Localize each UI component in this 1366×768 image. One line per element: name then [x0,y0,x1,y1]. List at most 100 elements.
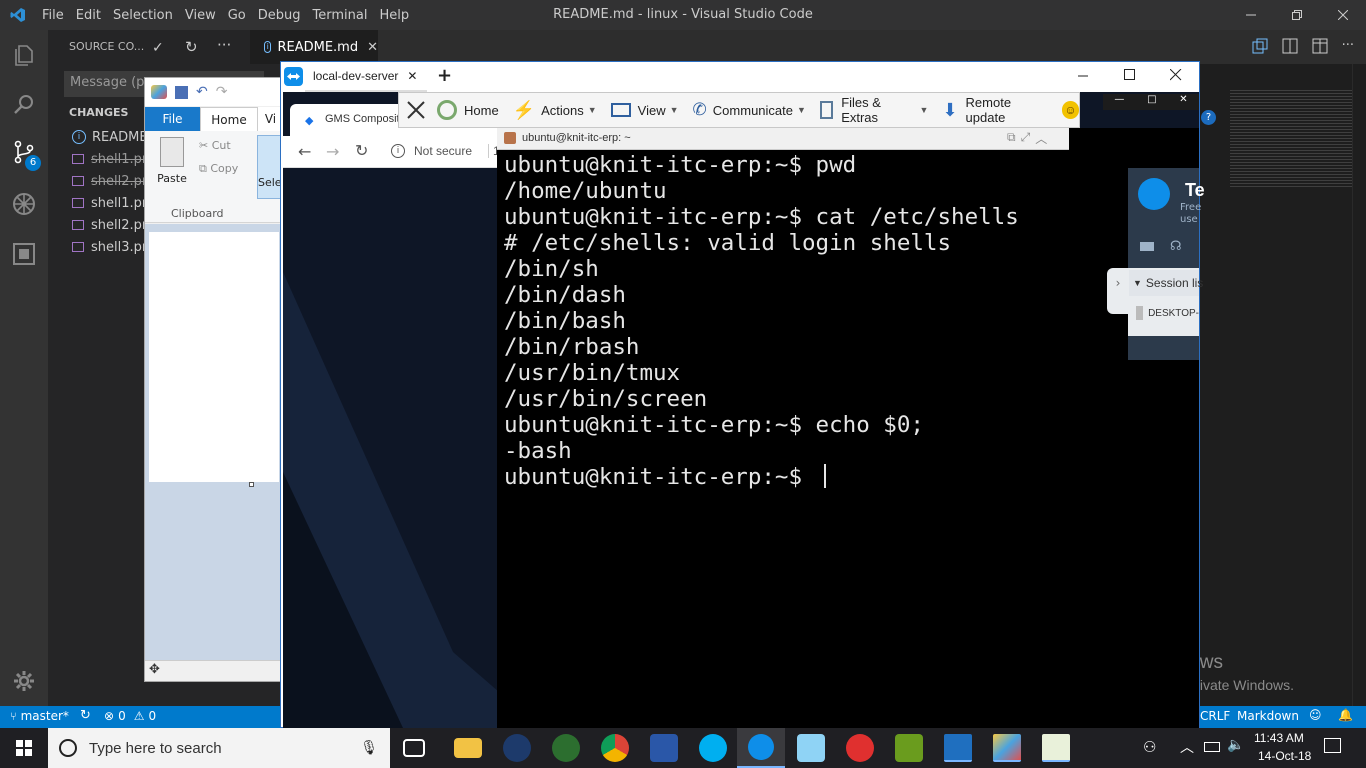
minimize-button[interactable] [1228,0,1274,30]
not-secure-label[interactable]: Not secure [414,144,472,158]
teamviewer-taskbar-icon[interactable] [737,728,785,768]
debug-icon[interactable] [12,192,36,216]
paint-canvas[interactable] [149,232,279,482]
copy-button[interactable]: ⧉ Copy [199,162,238,176]
explorer-icon[interactable] [12,42,36,66]
app-gear-icon[interactable] [503,734,531,762]
close-session-icon[interactable] [407,101,425,119]
start-button[interactable] [0,728,48,768]
menu-debug[interactable]: Debug [258,8,301,23]
remote-close-icon[interactable]: ✕ [1179,94,1187,110]
open-preview-icon[interactable] [1282,38,1298,54]
terminal-window-controls[interactable]: ⧉ ⤢ ︿ [1007,130,1047,147]
paste-button[interactable]: Paste [157,137,187,185]
restore-button[interactable] [1274,0,1320,30]
editor-scrollbar[interactable] [1352,64,1366,706]
task-view-icon[interactable] [403,739,425,757]
search-icon[interactable] [12,92,36,116]
help-icon[interactable]: ? [1201,110,1216,125]
toolbar-actions-button[interactable]: ⚡ Actions ▼ [513,100,597,121]
toolbar-view-button[interactable]: View ▼ [610,103,679,118]
add-tab-icon[interactable]: + [437,65,452,86]
powershell-icon[interactable] [650,734,678,762]
skype-icon[interactable] [699,734,727,762]
video-icon[interactable] [1140,242,1154,251]
volume-icon[interactable]: 🔈 [1227,737,1244,753]
problems-status[interactable]: ⊗ 0 ⚠ 0 [104,709,156,723]
toolbar-home-button[interactable]: Home [437,100,499,120]
hs-app-icon[interactable] [552,734,580,762]
commit-check-icon[interactable]: ✓ [152,40,164,56]
toolbar-remote-update-button[interactable]: ⬇ Remote update [942,95,1048,125]
tab-readme[interactable]: i README.md ✕ [250,30,378,64]
reload-icon[interactable]: ↻ [355,141,368,160]
feedback-smiley-icon[interactable]: ☺ [1062,101,1079,119]
paint-tab-home[interactable]: Home [200,107,258,131]
session-device-item[interactable]: DESKTOP- [1128,302,1199,324]
branch-status[interactable]: ⑂ master* [10,709,69,723]
menu-help[interactable]: Help [379,8,409,23]
tv-tab-session[interactable]: local-dev-server ✕ [305,62,427,92]
cut-button[interactable]: ✂ Cut [199,139,231,152]
tv-close-button[interactable] [1170,69,1182,81]
session-list-header[interactable]: ▼ Session lis [1128,270,1203,296]
menu-view[interactable]: View [185,8,216,23]
close-button[interactable] [1320,0,1366,30]
language-status[interactable]: Markdown [1237,709,1299,723]
close-tab-icon[interactable]: ✕ [367,40,378,55]
remote-maximize-icon[interactable]: □ [1147,94,1156,110]
paint-tab-file[interactable]: File [145,107,200,131]
battery-icon[interactable] [1204,742,1220,752]
chat-app-icon[interactable] [846,734,874,762]
redo-icon[interactable]: ↷ [216,84,228,100]
file-explorer-icon[interactable] [454,738,482,758]
feedback-smiley-icon[interactable]: ☺ [1309,708,1322,722]
runner-app-icon[interactable] [895,734,923,762]
split-editor-icon[interactable] [1312,38,1328,54]
chart-app-icon[interactable] [1042,734,1070,762]
toolbar-communicate-button[interactable]: ✆ Communicate ▼ [693,100,806,120]
settings-gear-icon[interactable] [13,670,35,692]
remote-window-controls[interactable]: — □ ✕ [1103,94,1199,110]
extensions-icon[interactable] [12,242,36,266]
undo-icon[interactable]: ↶ [196,84,208,100]
menu-terminal[interactable]: Terminal [313,8,368,23]
clock-date[interactable]: 14-Oct-18 [1258,749,1311,763]
microphone-icon[interactable]: 🎙 [360,739,378,756]
notifications-bell-icon[interactable]: 🔔 [1338,708,1353,722]
toolbar-files-button[interactable]: Files & Extras ▼ [819,95,928,125]
minimap[interactable] [1230,88,1352,188]
panel-toggle-chevron-icon[interactable]: › [1107,268,1129,314]
forward-arrow-icon[interactable]: → [326,142,339,161]
more-actions-icon[interactable]: ··· [217,36,231,54]
tv-minimize-button[interactable] [1077,68,1089,82]
resize-handle[interactable] [249,482,254,487]
menu-file[interactable]: File [42,8,64,23]
tray-chevron-up-icon[interactable]: ︿ [1180,737,1194,757]
people-icon[interactable]: ⚇ [1143,738,1156,756]
close-tab-icon[interactable]: ✕ [407,69,417,83]
menu-selection[interactable]: Selection [113,8,173,23]
fullscreen-icon[interactable]: ⤢ [1021,130,1031,147]
remote-minimize-icon[interactable]: — [1114,94,1124,110]
action-center-icon[interactable] [1324,738,1341,753]
menu-edit[interactable]: Edit [76,8,101,23]
sync-icon[interactable]: ↻ [80,708,91,723]
back-arrow-icon[interactable]: ← [298,142,311,161]
save-icon[interactable] [175,85,188,99]
open-changes-icon[interactable] [1252,38,1268,54]
headset-icon[interactable]: ☊ [1170,239,1182,254]
collapse-up-icon[interactable]: ︿ [1035,130,1047,147]
more-actions-icon[interactable]: ··· [1342,38,1354,54]
paint-taskbar-icon[interactable] [993,734,1021,762]
terminal-output[interactable]: ubuntu@knit-itc-erp:~$ pwd/home/ubuntu ub… [504,152,1019,490]
eol-status[interactable]: CRLF [1200,709,1230,723]
tv-maximize-button[interactable] [1124,69,1136,81]
changes-header[interactable]: CHANGES [69,106,128,119]
clock-time[interactable]: 11:43 AM [1254,731,1304,745]
notepad-app-icon[interactable] [797,734,825,762]
chrome-icon[interactable] [601,734,629,762]
taskbar-search-box[interactable]: Type here to search 🎙 [48,728,390,768]
refresh-icon[interactable]: ↻ [185,38,198,56]
menu-go[interactable]: Go [228,8,246,23]
